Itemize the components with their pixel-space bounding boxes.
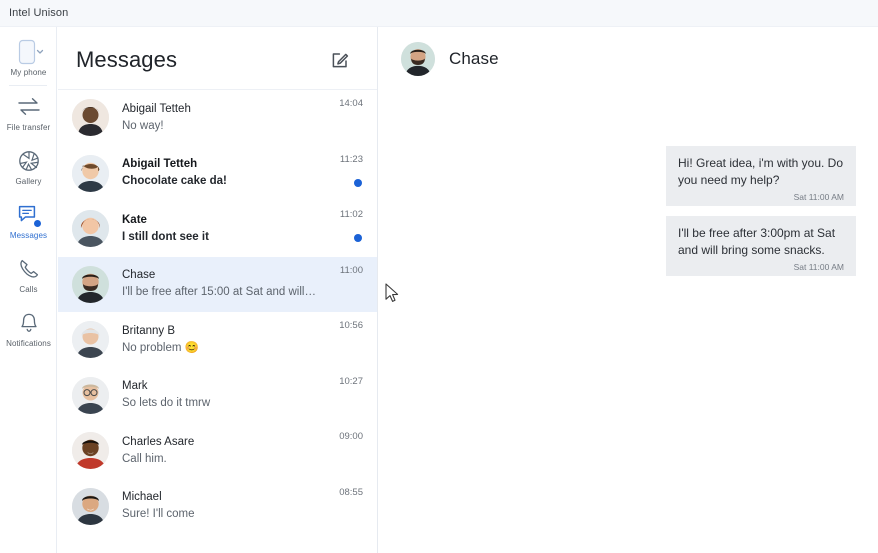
sidebar-item-calls[interactable]: Calls [0,248,57,302]
avatar [72,376,109,414]
message-text: Hi! Great idea, i'm with you. Do you nee… [678,156,844,187]
list-item-meta: 11:00 [340,265,363,277]
list-item-meta: 10:56 [339,320,363,332]
timestamp: 11:00 [339,264,363,276]
message-row: Hi! Great idea, i'm with you. Do you nee… [401,90,856,216]
avatar [72,99,109,137]
app-window: Intel Unison My phone File transfer Gall… [0,0,878,553]
avatar [72,432,109,470]
list-item-text: Mark So lets do it tmrw [122,379,339,411]
messages-unread-badge [32,219,42,228]
messages-chat-icon [17,201,42,229]
sidebar-item-label: Notifications [6,339,51,348]
timestamp: 10:56 [339,320,363,331]
timestamp: 10:27 [339,375,363,387]
bell-icon [18,309,40,337]
list-item-chase[interactable]: Chase I'll be free after 15:00 at Sat an… [58,256,377,312]
list-item[interactable]: Britanny B No problem 😊 10:56 [58,312,377,368]
list-item-meta: 11:02 [340,209,363,242]
message-bubble[interactable]: I'll be free after 3:00pm at Sat and wil… [666,216,856,276]
conversation-list[interactable]: Abigail Tetteh No way! 14:04 Abigail Tet… [58,90,377,553]
list-item-meta: 14:04 [339,98,363,110]
message-preview: So lets do it tmrw [122,397,211,410]
title-bar: Intel Unison [0,0,878,27]
avatar [72,210,109,248]
message-preview: No way! [122,119,164,132]
avatar [72,487,109,525]
chat-panel: Chase Hi! Great idea, i'm with you. Do y… [379,27,878,553]
message-preview: Call him. [122,452,167,465]
phone-handset-icon [18,255,40,283]
contact-name: Abigail Tetteh [122,158,198,171]
list-item-text: Charles Asare Call him. [122,435,339,467]
list-item-text: Kate I still dont see it [122,213,340,245]
page-title: Messages [76,47,178,72]
timestamp: 08:55 [339,486,363,498]
contact-name: Charles Asare [122,435,195,448]
contact-name: Kate [122,213,147,226]
message-preview: I'll be free after 15:00 at Sat and will… [122,286,316,299]
timestamp: 11:02 [339,209,363,220]
contact-name: Abigail Tetteh [122,102,191,115]
conversation-list-panel: Messages Abigail Tetteh No way! 14:04 Ab… [58,27,378,553]
contact-name: Britanny B [122,324,176,337]
sidebar-item-messages[interactable]: Messages [0,194,57,248]
sidebar-nav: My phone File transfer Gallery Messages … [0,27,57,553]
list-item-meta: 10:27 [339,376,363,388]
list-item-text: Chase I'll be free after 15:00 at Sat an… [122,268,340,300]
list-item[interactable]: Abigail Tetteh No way! 14:04 [58,90,377,146]
message-bubble[interactable]: Hi! Great idea, i'm with you. Do you nee… [666,146,856,206]
sidebar-item-gallery[interactable]: Gallery [0,140,57,194]
avatar [401,41,435,76]
message-timestamp: Sat 11:00 AM [793,262,844,272]
avatar [72,265,109,303]
message-row: I'll be free after 3:00pm at Sat and wil… [401,216,856,286]
timestamp: 11:23 [339,153,363,165]
message-preview: Chocolate cake da! [122,175,227,188]
sidebar-item-my-phone[interactable]: My phone [0,27,57,85]
message-timestamp: Sat 11:00 AM [793,192,844,202]
list-item-text: Abigail Tetteh No way! [122,102,339,134]
contact-name: Michael [122,491,162,504]
list-item-text: Michael Sure! I'll come [122,490,339,522]
message-preview: Sure! I'll come [122,508,195,521]
list-item[interactable]: Charles Asare Call him. 09:00 [58,423,377,479]
app-title: Intel Unison [9,7,69,19]
list-item-text: Britanny B No problem 😊 [122,324,339,356]
list-item[interactable]: Michael Sure! I'll come 08:55 [58,479,377,535]
list-item-meta: 09:00 [339,431,363,443]
chat-message-area: Hi! Great idea, i'm with you. Do you nee… [379,90,878,553]
unread-indicator [354,178,362,187]
sidebar-item-notifications[interactable]: Notifications [0,302,57,356]
chat-contact-name: Chase [449,48,499,68]
file-transfer-icon [16,93,42,121]
phone-outline-icon [12,38,46,66]
message-text: I'll be free after 3:00pm at Sat and wil… [678,226,836,257]
list-header: Messages [58,27,377,90]
timestamp: 14:04 [339,98,363,109]
contact-name: Mark [122,380,148,393]
avatar [72,321,109,359]
list-item[interactable]: Abigail Tetteh Chocolate cake da! 11:23 [58,146,377,202]
chat-header: Chase [379,27,878,90]
message-preview: No problem 😊 [122,341,199,354]
sidebar-item-label: Calls [19,285,38,294]
list-item-meta: 11:23 [340,154,363,187]
sidebar-item-label: Messages [9,231,48,240]
message-preview: I still dont see it [122,230,209,243]
timestamp: 09:00 [339,431,363,442]
list-item-text: Abigail Tetteh Chocolate cake da! [122,157,340,189]
list-item[interactable]: Kate I still dont see it 11:02 [58,201,377,257]
unread-indicator [354,234,362,242]
sidebar-item-label: My phone [10,68,47,77]
sidebar-item-label: File transfer [6,123,51,132]
list-item-meta: 08:55 [339,487,363,499]
avatar [72,154,109,192]
sidebar-item-file-transfer[interactable]: File transfer [0,86,57,140]
list-item[interactable]: Mark So lets do it tmrw 10:27 [58,368,377,424]
sidebar-item-label: Gallery [15,177,42,186]
compose-edit-icon[interactable] [329,49,351,71]
gallery-aperture-icon [17,147,41,175]
contact-name: Chase [122,269,156,282]
